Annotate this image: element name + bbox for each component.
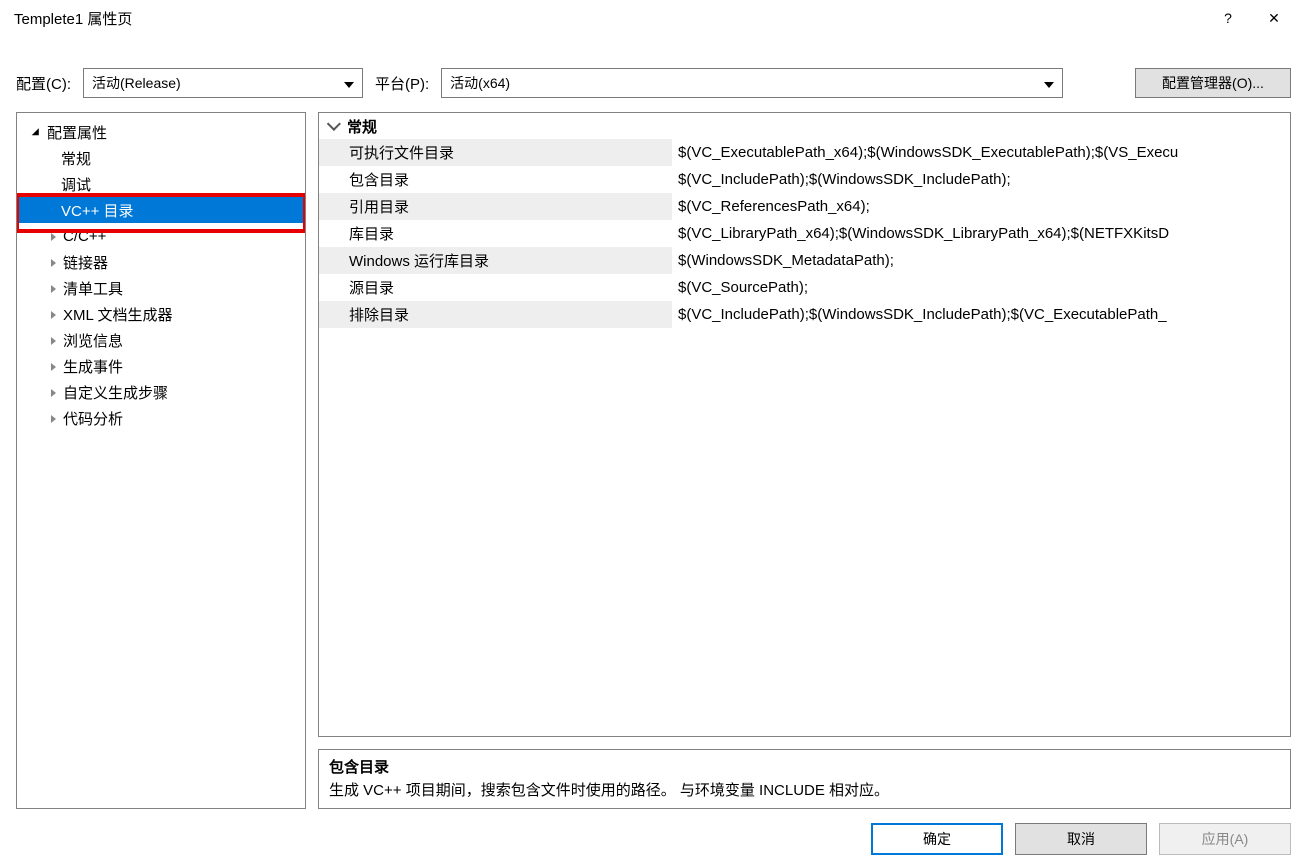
triangle-closed-icon <box>45 280 61 297</box>
tree-item-xml-doc-generator[interactable]: XML 文档生成器 <box>17 301 305 327</box>
tree-root-label: 配置属性 <box>47 122 107 143</box>
prop-label: 可执行文件目录 <box>319 139 672 166</box>
chevron-down-icon <box>1038 75 1054 91</box>
tree-item-custom-build-step[interactable]: 自定义生成步骤 <box>17 379 305 405</box>
tree-item-linker[interactable]: 链接器 <box>17 249 305 275</box>
tree-item-vcpp-directories[interactable]: VC++ 目录 <box>17 197 305 223</box>
triangle-closed-icon <box>45 306 61 323</box>
ok-button[interactable]: 确定 <box>871 823 1003 855</box>
tree-item-label: VC++ 目录 <box>61 200 134 221</box>
tree-item-label: 浏览信息 <box>63 330 123 351</box>
triangle-closed-icon <box>45 358 61 375</box>
prop-value[interactable]: $(VC_ReferencesPath_x64); <box>672 193 1290 220</box>
prop-row-executable-dirs[interactable]: 可执行文件目录 $(VC_ExecutablePath_x64);$(Windo… <box>319 139 1290 166</box>
config-dropdown[interactable]: 活动(Release) <box>83 68 363 98</box>
property-grid[interactable]: 常规 可执行文件目录 $(VC_ExecutablePath_x64);$(Wi… <box>318 112 1291 737</box>
property-group-header[interactable]: 常规 <box>319 113 1290 139</box>
platform-label: 平台(P): <box>375 73 429 94</box>
triangle-open-icon <box>29 124 45 141</box>
prop-value[interactable]: $(VC_ExecutablePath_x64);$(WindowsSDK_Ex… <box>672 139 1290 166</box>
tree-item-label: 调试 <box>61 174 91 195</box>
prop-value[interactable]: $(VC_IncludePath);$(WindowsSDK_IncludePa… <box>672 301 1290 328</box>
prop-row-include-dirs[interactable]: 包含目录 $(VC_IncludePath);$(WindowsSDK_Incl… <box>319 166 1290 193</box>
tree-item-label: 清单工具 <box>63 278 123 299</box>
description-heading: 包含目录 <box>329 756 1280 777</box>
tree-item-c-cpp[interactable]: C/C++ <box>17 223 305 249</box>
prop-row-library-dirs[interactable]: 库目录 $(VC_LibraryPath_x64);$(WindowsSDK_L… <box>319 220 1290 247</box>
cancel-button[interactable]: 取消 <box>1015 823 1147 855</box>
prop-value[interactable]: $(VC_LibraryPath_x64);$(WindowsSDK_Libra… <box>672 220 1290 247</box>
tree-item-debug[interactable]: 调试 <box>17 171 305 197</box>
platform-dropdown[interactable]: 活动(x64) <box>441 68 1063 98</box>
description-body: 生成 VC++ 项目期间，搜索包含文件时使用的路径。 与环境变量 INCLUDE… <box>329 779 1280 800</box>
tree-item-label: XML 文档生成器 <box>63 304 172 325</box>
tree-item-label: C/C++ <box>63 228 106 245</box>
tree-item-label: 常规 <box>61 148 91 169</box>
property-group-label: 常规 <box>347 116 377 137</box>
description-panel: 包含目录 生成 VC++ 项目期间，搜索包含文件时使用的路径。 与环境变量 IN… <box>318 749 1291 809</box>
tree-item-build-events[interactable]: 生成事件 <box>17 353 305 379</box>
prop-label: 引用目录 <box>319 193 672 220</box>
chevron-down-icon <box>325 118 347 135</box>
config-row: 配置(C): 活动(Release) 平台(P): 活动(x64) 配置管理器(… <box>16 66 1291 100</box>
help-button[interactable]: ? <box>1205 0 1251 36</box>
prop-label: 包含目录 <box>319 166 672 193</box>
category-tree[interactable]: 配置属性 常规 调试 VC++ 目录 C/C++ 链接器 清单工具 <box>17 113 305 437</box>
tree-item-code-analysis[interactable]: 代码分析 <box>17 405 305 431</box>
prop-value[interactable]: $(VC_SourcePath); <box>672 274 1290 301</box>
tree-item-browse-info[interactable]: 浏览信息 <box>17 327 305 353</box>
triangle-closed-icon <box>45 384 61 401</box>
prop-value[interactable]: $(WindowsSDK_MetadataPath); <box>672 247 1290 274</box>
prop-label: 源目录 <box>319 274 672 301</box>
prop-row-source-dirs[interactable]: 源目录 $(VC_SourcePath); <box>319 274 1290 301</box>
prop-row-winrt-dirs[interactable]: Windows 运行库目录 $(WindowsSDK_MetadataPath)… <box>319 247 1290 274</box>
apply-button[interactable]: 应用(A) <box>1159 823 1291 855</box>
title-bar: Templete1 属性页 ? ✕ <box>0 0 1307 36</box>
triangle-closed-icon <box>45 410 61 427</box>
tree-item-manifest-tool[interactable]: 清单工具 <box>17 275 305 301</box>
prop-row-reference-dirs[interactable]: 引用目录 $(VC_ReferencesPath_x64); <box>319 193 1290 220</box>
prop-label: Windows 运行库目录 <box>319 247 672 274</box>
config-value: 活动(Release) <box>92 73 181 93</box>
triangle-closed-icon <box>45 254 61 271</box>
prop-label: 库目录 <box>319 220 672 247</box>
category-tree-panel: 配置属性 常规 调试 VC++ 目录 C/C++ 链接器 清单工具 <box>16 112 306 809</box>
triangle-closed-icon <box>45 228 61 245</box>
tree-root-config-properties[interactable]: 配置属性 <box>17 119 305 145</box>
prop-row-exclude-dirs[interactable]: 排除目录 $(VC_IncludePath);$(WindowsSDK_Incl… <box>319 301 1290 328</box>
tree-item-label: 链接器 <box>63 252 108 273</box>
dialog-button-row: 确定 取消 应用(A) <box>0 819 1307 867</box>
config-manager-button[interactable]: 配置管理器(O)... <box>1135 68 1291 98</box>
window-title: Templete1 属性页 <box>14 8 1205 29</box>
tree-item-label: 代码分析 <box>63 408 123 429</box>
content-split: 配置属性 常规 调试 VC++ 目录 C/C++ 链接器 清单工具 <box>16 112 1291 809</box>
tree-item-label: 自定义生成步骤 <box>63 382 168 403</box>
tree-item-label: 生成事件 <box>63 356 123 377</box>
close-button[interactable]: ✕ <box>1251 0 1297 36</box>
triangle-closed-icon <box>45 332 61 349</box>
prop-value[interactable]: $(VC_IncludePath);$(WindowsSDK_IncludePa… <box>672 166 1290 193</box>
prop-label: 排除目录 <box>319 301 672 328</box>
tree-item-general[interactable]: 常规 <box>17 145 305 171</box>
platform-value: 活动(x64) <box>450 73 510 93</box>
chevron-down-icon <box>338 75 354 91</box>
config-label: 配置(C): <box>16 73 71 94</box>
right-column: 常规 可执行文件目录 $(VC_ExecutablePath_x64);$(Wi… <box>318 112 1291 809</box>
